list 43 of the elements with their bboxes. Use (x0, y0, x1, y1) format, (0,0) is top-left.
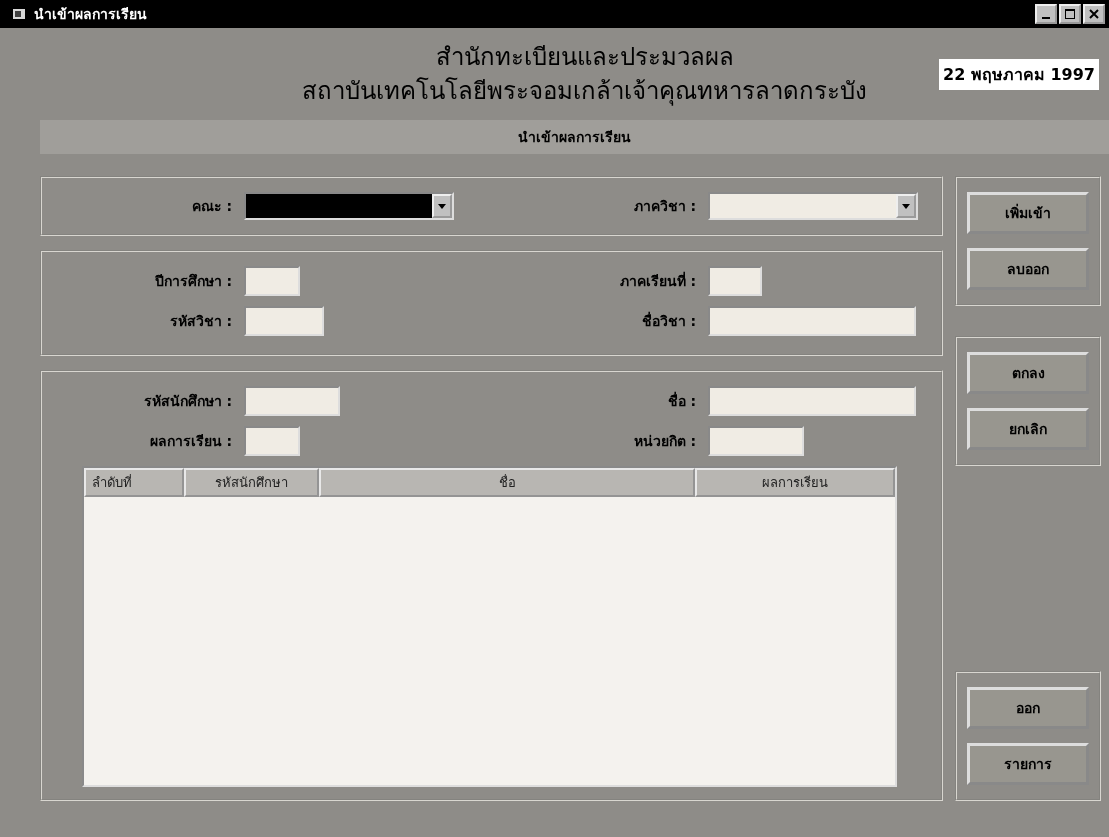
column-header[interactable]: ชื่อ (319, 468, 695, 497)
field-label: หน่วยกิต : (632, 432, 696, 451)
window-title: นำเข้าผลการเรียน (34, 5, 148, 24)
action-button[interactable]: ยกเลิก (967, 408, 1089, 450)
action-button[interactable]: รายการ (967, 743, 1089, 785)
header-title: สถาบันเทคโนโลยีพระจอมเกล้าเจ้าคุณทหารลาดกระบัง (301, 76, 869, 108)
close-icon (1089, 9, 1099, 19)
field-label: ชื่อวิชา : (640, 310, 696, 331)
field-label: รหัสนักศึกษา : (142, 392, 232, 411)
input-field[interactable] (708, 386, 916, 416)
action-button[interactable]: ออก (967, 687, 1089, 729)
column-header[interactable]: ผลการเรียน (695, 468, 895, 497)
input-field[interactable] (244, 426, 300, 456)
field-label: ผลการเรียน : (148, 432, 232, 451)
input-field[interactable] (244, 306, 324, 336)
input-field[interactable] (244, 386, 340, 416)
maximize-button[interactable] (1059, 4, 1081, 24)
app-icon (12, 7, 26, 21)
form-subtitle: นำเข้าผลการเรียน (40, 120, 1109, 154)
date-label: 22 พฤษภาคม 1997 (939, 58, 1099, 90)
close-button[interactable] (1083, 4, 1105, 24)
field-label: รหัสวิชา : (168, 312, 232, 331)
action-button[interactable]: ตกลง (967, 352, 1089, 394)
action-button[interactable]: เพิ่มเข้า (967, 192, 1089, 234)
column-header[interactable]: รหัสนักศึกษา (184, 468, 319, 497)
field-label: ชื่อ : (666, 390, 696, 411)
action-button[interactable]: ลบออก (967, 248, 1089, 290)
field-label: ภาควิชา : (632, 197, 696, 216)
field-label: ปีการศึกษา : (153, 272, 232, 291)
minimize-button[interactable] (1035, 4, 1057, 24)
header-title: สำนักทะเบียนและประมวลผล (434, 42, 735, 73)
dropdown-field[interactable] (244, 192, 454, 220)
dropdown-field[interactable] (708, 192, 918, 220)
field-label: ภาคเรียนที่ : (618, 270, 696, 291)
field-label: คณะ : (190, 197, 232, 216)
input-field[interactable] (244, 266, 300, 296)
minimize-icon (1042, 17, 1050, 19)
input-field[interactable] (708, 426, 804, 456)
input-field[interactable] (708, 306, 916, 336)
maximize-icon (1065, 9, 1075, 19)
column-header[interactable]: ลำดับที่ (84, 468, 184, 497)
input-field[interactable] (708, 266, 762, 296)
list-view[interactable]: ลำดับที่ รหัสนักศึกษา ชื่อ ผลการเรียน (82, 466, 897, 787)
